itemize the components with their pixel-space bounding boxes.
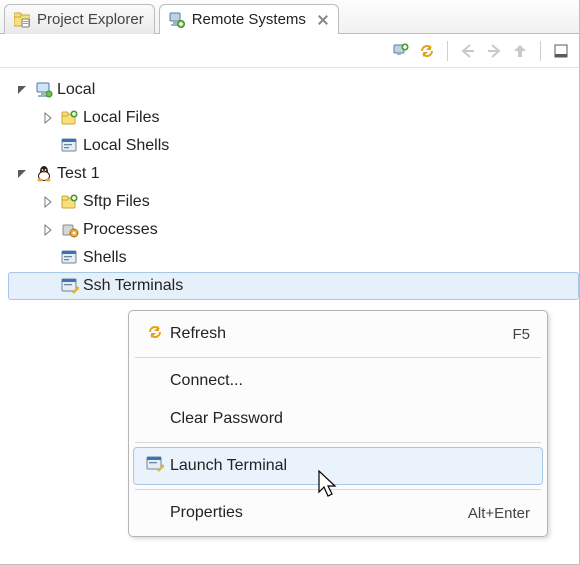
twisty-expanded-icon[interactable]	[15, 83, 29, 97]
linux-host-icon	[35, 165, 53, 183]
new-connection-button[interactable]	[391, 41, 411, 61]
up-button	[510, 41, 530, 61]
ctx-label: Connect...	[170, 372, 243, 390]
ctx-label: Clear Password	[170, 410, 283, 428]
tree-node-label: Test 1	[57, 165, 100, 183]
refresh-icon	[146, 323, 164, 345]
processes-icon	[61, 221, 79, 239]
project-explorer-icon	[13, 11, 31, 29]
back-button	[458, 41, 478, 61]
tree-node-label: Local Shells	[83, 137, 169, 155]
tree-node-ssh-terminals[interactable]: Ssh Terminals	[8, 272, 579, 300]
ctx-label: Refresh	[170, 325, 226, 343]
ctx-refresh[interactable]: Refresh F5	[133, 315, 543, 353]
ctx-shortcut: Alt+Enter	[468, 505, 530, 522]
tab-label: Project Explorer	[37, 11, 144, 28]
ctx-clear-password[interactable]: Clear Password	[133, 400, 543, 438]
tree-node-sftp-files[interactable]: Sftp Files	[8, 188, 579, 216]
tree-node-shells[interactable]: Shells	[8, 244, 579, 272]
tab-label: Remote Systems	[192, 11, 306, 28]
remote-systems-icon	[168, 11, 186, 29]
twisty-collapsed-icon[interactable]	[41, 195, 55, 209]
twisty-collapsed-icon[interactable]	[41, 223, 55, 237]
shell-icon	[61, 249, 79, 267]
remote-systems-view: Project Explorer Remote Systems	[0, 0, 580, 565]
tree-node-label: Shells	[83, 249, 127, 267]
twisty-expanded-icon[interactable]	[15, 167, 29, 181]
toolbar-separator	[540, 41, 541, 61]
tab-remote-systems[interactable]: Remote Systems	[159, 4, 339, 34]
close-icon[interactable]	[318, 15, 328, 25]
tree-node-local-files[interactable]: Local Files	[8, 104, 579, 132]
refresh-button[interactable]	[417, 41, 437, 61]
tree-node-label: Local	[57, 81, 95, 99]
remote-systems-tree[interactable]: Local Local Files	[0, 68, 579, 300]
twisty-collapsed-icon[interactable]	[41, 111, 55, 125]
ctx-properties[interactable]: Properties Alt+Enter	[133, 494, 543, 532]
terminal-icon	[61, 277, 79, 295]
tree-node-label: Sftp Files	[83, 193, 150, 211]
forward-button	[484, 41, 504, 61]
ctx-label: Properties	[170, 504, 243, 522]
tab-bar: Project Explorer Remote Systems	[0, 0, 579, 34]
menu-separator	[135, 489, 541, 490]
files-icon	[61, 109, 79, 127]
ctx-launch-terminal[interactable]: Launch Terminal	[133, 447, 543, 485]
ctx-connect[interactable]: Connect...	[133, 362, 543, 400]
local-host-icon	[35, 81, 53, 99]
shell-icon	[61, 137, 79, 155]
tab-project-explorer[interactable]: Project Explorer	[4, 4, 155, 34]
files-icon	[61, 193, 79, 211]
tree-node-processes[interactable]: Processes	[8, 216, 579, 244]
ctx-shortcut: F5	[512, 326, 530, 343]
ctx-label: Launch Terminal	[170, 457, 287, 475]
tree-node-label: Ssh Terminals	[83, 277, 183, 295]
menu-separator	[135, 442, 541, 443]
view-toolbar	[0, 34, 579, 68]
twisty-spacer	[41, 251, 55, 265]
minimize-view-button[interactable]	[551, 41, 571, 61]
tree-node-label: Processes	[83, 221, 158, 239]
menu-separator	[135, 357, 541, 358]
tree-node-local-shells[interactable]: Local Shells	[8, 132, 579, 160]
tree-node-label: Local Files	[83, 109, 159, 127]
tree-node-local[interactable]: Local	[8, 76, 579, 104]
terminal-icon	[146, 455, 164, 477]
twisty-spacer	[41, 279, 55, 293]
toolbar-separator	[447, 41, 448, 61]
tree-node-test1[interactable]: Test 1	[8, 160, 579, 188]
twisty-spacer	[41, 139, 55, 153]
context-menu: Refresh F5 Connect... Clear Password	[128, 310, 548, 537]
